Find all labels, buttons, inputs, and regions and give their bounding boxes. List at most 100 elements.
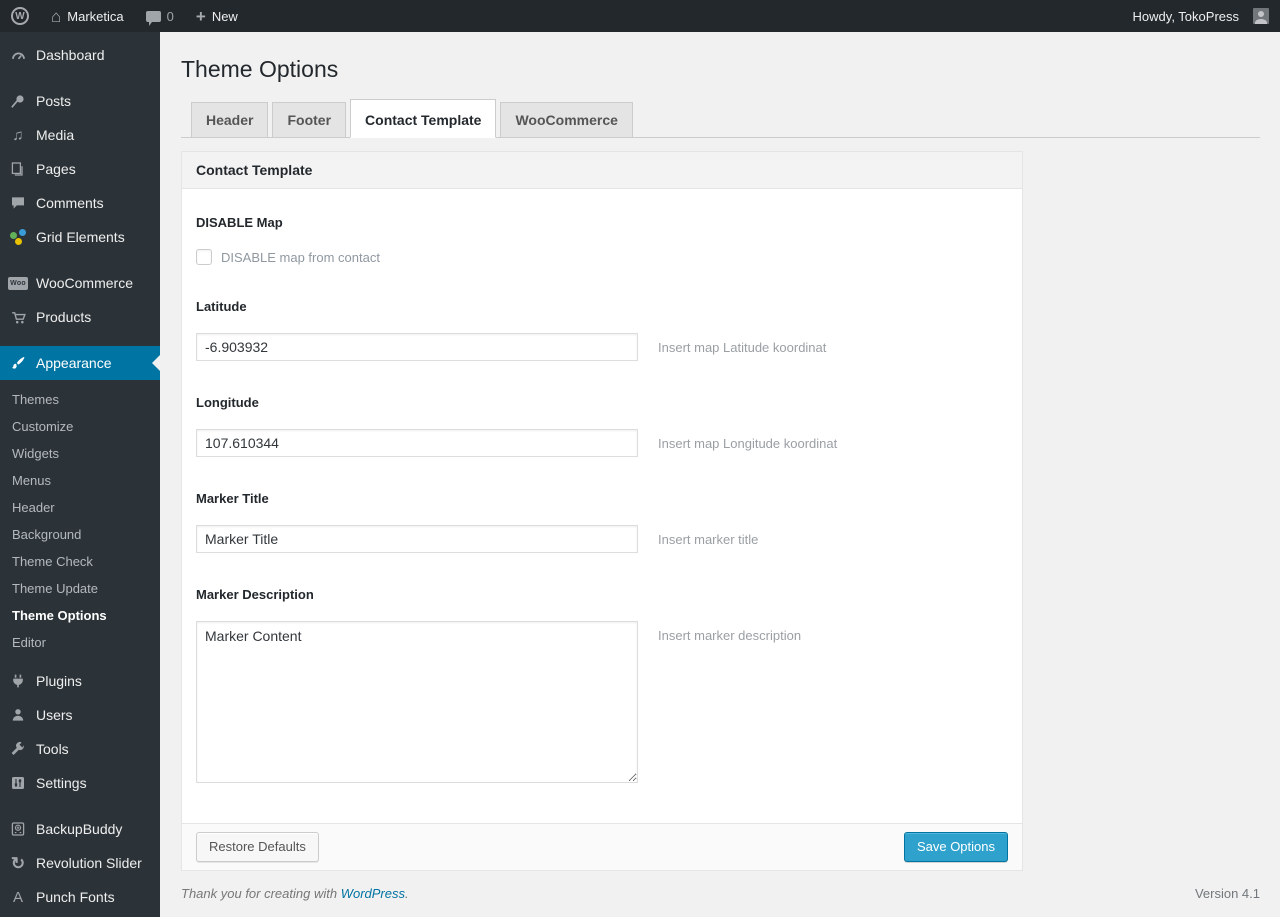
woo-badge-icon: Woo	[8, 276, 28, 290]
wrench-icon	[8, 741, 28, 757]
sidebar-item-backupbuddy[interactable]: BackupBuddy	[0, 812, 160, 846]
wordpress-logo-menu[interactable]: W	[0, 0, 40, 32]
comment-count: 0	[166, 8, 174, 24]
music-note-icon: ♫	[12, 126, 24, 144]
refresh-arrows-icon: ↻	[10, 853, 26, 873]
submenu-item-header[interactable]: Header	[0, 494, 160, 521]
marker-title-input[interactable]	[196, 525, 638, 553]
gauge-icon	[8, 47, 28, 64]
admin-bar: W ⌂ Marketica 0 + New Howdy, TokoPress	[0, 0, 1280, 32]
paintbrush-icon	[8, 355, 28, 371]
admin-sidebar: Dashboard Posts ♫ Media Pages Comments G…	[0, 32, 160, 917]
restore-defaults-button[interactable]: Restore Defaults	[196, 832, 319, 862]
cart-icon	[8, 309, 28, 326]
comments-admin-bar-link[interactable]: 0	[135, 0, 185, 32]
sidebar-item-tools[interactable]: Tools	[0, 732, 160, 766]
footer-thanks-text: Thank you for creating with WordPress.	[181, 886, 409, 901]
submenu-item-background[interactable]: Background	[0, 521, 160, 548]
submenu-item-theme-update[interactable]: Theme Update	[0, 575, 160, 602]
theme-options-tabs: Header Footer Contact Template WooCommer…	[181, 99, 1260, 138]
tab-footer[interactable]: Footer	[272, 102, 347, 137]
submenu-item-menus[interactable]: Menus	[0, 467, 160, 494]
new-label: New	[211, 8, 238, 24]
disable-map-field: DISABLE Map DISABLE map from contact	[196, 215, 1008, 265]
home-icon: ⌂	[51, 6, 62, 26]
disable-map-checkbox[interactable]	[196, 249, 212, 265]
sidebar-item-appearance[interactable]: Appearance	[0, 346, 160, 380]
save-options-button[interactable]: Save Options	[903, 832, 1008, 862]
submenu-item-editor[interactable]: Editor	[0, 629, 160, 656]
wordpress-logo-icon: W	[11, 7, 29, 25]
sidebar-item-woocommerce[interactable]: Woo WooCommerce	[0, 266, 160, 300]
menu-separator	[0, 72, 160, 84]
latitude-field: Latitude Insert map Latitude koordinat	[196, 299, 1008, 361]
marker-description-textarea[interactable]	[196, 621, 638, 783]
plus-icon: +	[195, 6, 206, 26]
marker-title-hint: Insert marker title	[658, 532, 759, 547]
sidebar-item-settings[interactable]: Settings	[0, 766, 160, 800]
sidebar-item-posts[interactable]: Posts	[0, 84, 160, 118]
appearance-submenu: Themes Customize Widgets Menus Header Ba…	[0, 380, 160, 664]
howdy-label: Howdy, TokoPress	[1132, 8, 1239, 24]
marker-title-field: Marker Title Insert marker title	[196, 491, 1008, 553]
disable-map-checkbox-label: DISABLE map from contact	[221, 249, 380, 265]
submenu-item-widgets[interactable]: Widgets	[0, 440, 160, 467]
tab-contact-template[interactable]: Contact Template	[350, 99, 497, 138]
panel-body: DISABLE Map DISABLE map from contact Lat…	[182, 189, 1022, 823]
site-name-link[interactable]: ⌂ Marketica	[40, 0, 135, 32]
marker-description-label: Marker Description	[196, 587, 314, 602]
comment-bubble-icon	[145, 10, 161, 26]
tab-header[interactable]: Header	[191, 102, 269, 137]
speech-bubble-icon	[8, 195, 28, 211]
sidebar-item-comments[interactable]: Comments	[0, 186, 160, 220]
menu-separator	[0, 334, 160, 346]
sidebar-item-products[interactable]: Products	[0, 300, 160, 334]
avatar	[1253, 8, 1269, 24]
marker-description-field: Marker Description Insert marker descrip…	[196, 587, 1008, 783]
sidebar-item-grid-elements[interactable]: Grid Elements	[0, 220, 160, 254]
page-footer: Thank you for creating with WordPress. V…	[160, 886, 1280, 917]
sidebar-item-media[interactable]: ♫ Media	[0, 118, 160, 152]
panel-title: Contact Template	[182, 152, 1022, 189]
letter-a-icon: A	[12, 888, 23, 906]
sliders-icon	[8, 775, 28, 791]
latitude-hint: Insert map Latitude koordinat	[658, 340, 827, 355]
page-title: Theme Options	[181, 56, 339, 82]
marker-description-hint: Insert marker description	[658, 628, 802, 643]
panel-footer: Restore Defaults Save Options	[182, 823, 1022, 870]
person-icon	[8, 707, 28, 723]
menu-separator	[0, 800, 160, 812]
submenu-item-themes[interactable]: Themes	[0, 386, 160, 413]
submenu-item-customize[interactable]: Customize	[0, 413, 160, 440]
disable-map-label: DISABLE Map	[196, 215, 283, 230]
submenu-item-theme-options[interactable]: Theme Options	[0, 602, 160, 629]
wordpress-link[interactable]: WordPress	[341, 886, 405, 901]
pinwheel-icon	[8, 229, 28, 245]
sidebar-item-plugins[interactable]: Plugins	[0, 664, 160, 698]
my-account-menu[interactable]: Howdy, TokoPress	[1122, 0, 1280, 32]
new-content-menu[interactable]: + New	[185, 0, 249, 32]
marker-title-label: Marker Title	[196, 491, 269, 506]
sidebar-item-pages[interactable]: Pages	[0, 152, 160, 186]
longitude-hint: Insert map Longitude koordinat	[658, 436, 838, 451]
stacked-pages-icon	[8, 161, 28, 177]
version-label: Version 4.1	[1194, 886, 1260, 901]
longitude-input[interactable]	[196, 429, 638, 457]
sidebar-item-users[interactable]: Users	[0, 698, 160, 732]
submenu-item-theme-check[interactable]: Theme Check	[0, 548, 160, 575]
latitude-label: Latitude	[196, 299, 247, 314]
sidebar-item-revolution-slider[interactable]: ↻ Revolution Slider	[0, 846, 160, 880]
site-name-label: Marketica	[67, 8, 124, 24]
pushpin-icon	[8, 93, 28, 109]
tab-woocommerce[interactable]: WooCommerce	[500, 102, 633, 137]
longitude-label: Longitude	[196, 395, 259, 410]
main-content: Theme Options Header Footer Contact Temp…	[160, 0, 1280, 917]
longitude-field: Longitude Insert map Longitude koordinat	[196, 395, 1008, 457]
sidebar-item-punch-fonts[interactable]: A Punch Fonts	[0, 880, 160, 914]
sidebar-item-dashboard[interactable]: Dashboard	[0, 38, 160, 72]
menu-separator	[0, 254, 160, 266]
disable-map-checkbox-row[interactable]: DISABLE map from contact	[196, 249, 1008, 265]
backup-drive-icon	[8, 821, 28, 837]
contact-template-panel: Contact Template DISABLE Map DISABLE map…	[181, 151, 1023, 871]
latitude-input[interactable]	[196, 333, 638, 361]
